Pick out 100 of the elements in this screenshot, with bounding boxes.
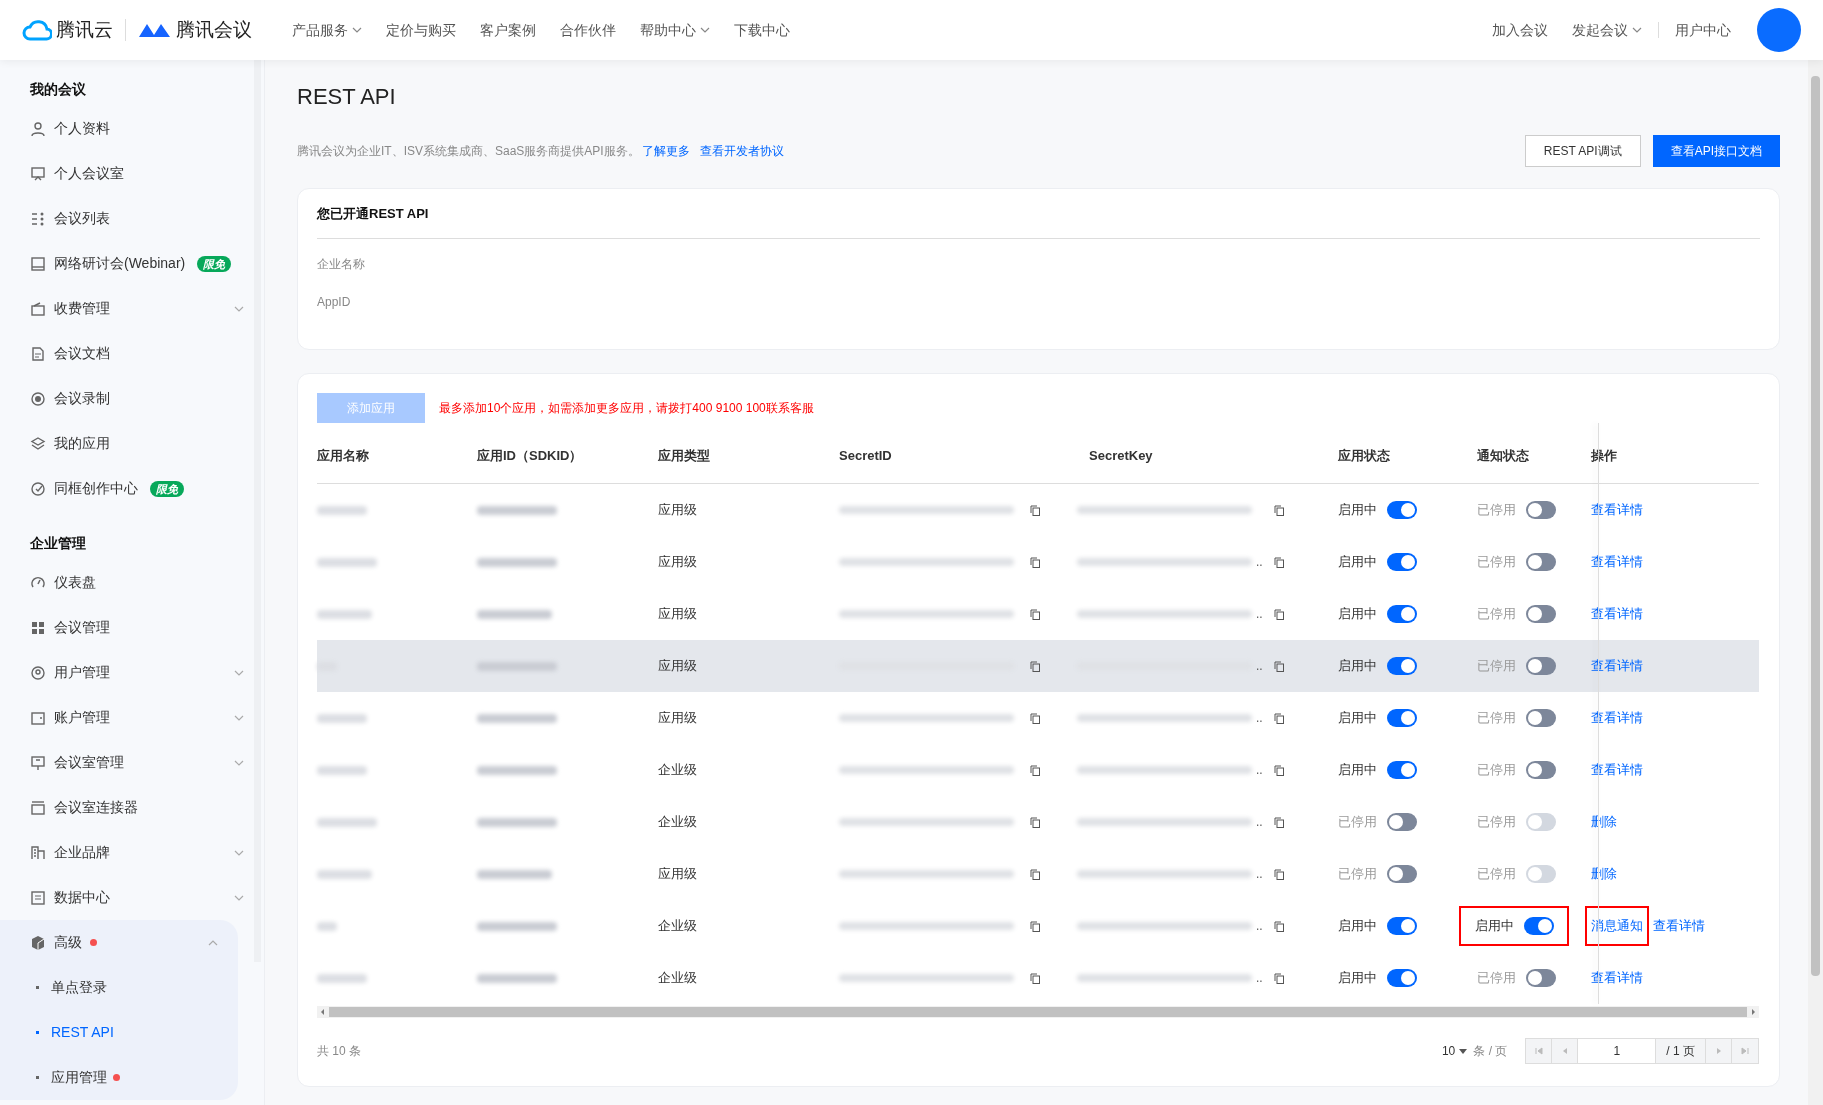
action-button[interactable]: REST API调试 [1524, 135, 1641, 167]
chevron-down-icon [234, 849, 244, 856]
nav-menu-item[interactable]: 下载中心 [734, 19, 790, 41]
status-toggle[interactable]: 启用中 [1338, 500, 1417, 520]
copy-icon [1274, 972, 1284, 984]
copy-icon [1274, 712, 1284, 724]
field-label: AppID [317, 294, 352, 311]
sidebar-item[interactable]: 会议室连接器 [0, 785, 264, 830]
document-icon [30, 345, 46, 362]
avatar[interactable] [1757, 8, 1801, 52]
table-cell-text: 应用级 [658, 865, 698, 884]
sidebar-item[interactable]: 高级 [0, 920, 238, 965]
chevron-down-icon [1632, 27, 1642, 33]
column-header: 应用ID（SDKID） [477, 447, 584, 466]
nav-menu-item[interactable]: 定价与购买 [386, 19, 456, 41]
status-toggle[interactable]: 启用中 [1338, 656, 1417, 676]
scrollbar[interactable] [254, 60, 261, 962]
record-icon [30, 390, 46, 407]
chevron-down-icon [234, 305, 244, 312]
chevron-down-icon [700, 27, 710, 33]
sidebar-item[interactable]: 账户管理 [0, 695, 264, 740]
sidebar-item[interactable]: 个人会议室 [0, 151, 264, 196]
sidebar-item[interactable]: 会议列表 [0, 196, 264, 241]
monitor-icon [30, 255, 46, 272]
right-arrow-icon [1749, 1008, 1757, 1016]
sidebar-item[interactable]: 会议管理 [0, 605, 264, 650]
copy-icon [1030, 920, 1040, 932]
status-toggle[interactable]: 启用中 [1338, 968, 1417, 988]
status-toggle[interactable]: 启用中 [1338, 552, 1417, 572]
nav-menu-item[interactable]: 帮助中心 [640, 19, 710, 41]
sidebar-item[interactable]: 会议录制 [0, 376, 264, 421]
bullet-icon [36, 986, 39, 989]
sidebar-item[interactable]: 网络研讨会(Webinar) 限免 [0, 241, 264, 286]
ellipsis: .. [1256, 814, 1264, 831]
page-title: REST API [297, 83, 397, 111]
copy-icon [1030, 816, 1040, 828]
table-cell-text: 应用级 [658, 501, 698, 520]
action-link[interactable]: 消息通知 [1587, 908, 1647, 944]
text-link[interactable]: 了解更多 [641, 142, 690, 160]
card-title: 您已开通REST API [317, 189, 1760, 239]
presentation-board-icon [30, 165, 46, 182]
redacted-value [317, 505, 367, 515]
status-toggle[interactable]: 启用中 [1338, 916, 1417, 936]
copy-icon [1030, 608, 1040, 620]
sidebar-subitem[interactable]: REST API [0, 1010, 238, 1055]
redacted-value [317, 557, 377, 567]
sidebar-item[interactable]: 用户管理 [0, 650, 264, 695]
page-size-select[interactable]: 10 [1441, 1042, 1468, 1060]
building-icon [30, 844, 46, 861]
status-toggle[interactable]: 启用中 [1338, 708, 1417, 728]
nav-link[interactable]: 加入会议 [1492, 19, 1548, 41]
sidebar-item[interactable]: 会议文档 [0, 331, 264, 376]
page-input[interactable]: 1 [1578, 1039, 1657, 1063]
table-cell-text: 企业级 [658, 761, 698, 780]
ellipsis: .. [1256, 606, 1264, 623]
last-page-icon [1741, 1047, 1749, 1055]
sidebar-subitem[interactable]: 应用管理 [0, 1055, 238, 1100]
copy-icon [1274, 608, 1284, 620]
brand-name[interactable]: 腾讯云 [56, 15, 113, 45]
brand-name[interactable]: 腾讯会议 [176, 15, 252, 45]
status-toggle[interactable]: 启用中 [1338, 604, 1417, 624]
sidebar-item[interactable]: 数据中心 [0, 875, 264, 920]
user-circle-icon [30, 664, 46, 681]
action-link[interactable]: 查看详情 [1653, 916, 1705, 936]
status-toggle[interactable]: 启用中 [1338, 760, 1417, 780]
report-icon [30, 889, 46, 906]
section-heading: 我的会议 [29, 79, 87, 99]
layers-icon [30, 435, 46, 452]
sidebar-item[interactable]: 收费管理 [0, 286, 264, 331]
page-scrollbar[interactable] [1808, 60, 1823, 1105]
column-header: 通知状态 [1477, 447, 1530, 466]
horizontal-scrollbar[interactable] [317, 1006, 1759, 1018]
sidebar-subitem[interactable]: 单点登录 [0, 965, 238, 1010]
limit-notice: 最多添加10个应用，如需添加更多应用，请拨打400 9100 100联系客服 [439, 400, 814, 417]
sidebar-item[interactable]: 个人资料 [0, 106, 264, 151]
promo-badge: 限免 [197, 255, 232, 272]
action-button[interactable]: 查看API接口文档 [1652, 135, 1780, 167]
column-header: 应用状态 [1338, 447, 1391, 466]
nav-menu-item[interactable]: 合作伙伴 [560, 19, 616, 41]
status-toggle[interactable]: 启用中 [1461, 908, 1567, 944]
text-link[interactable]: 查看开发者协议 [699, 142, 784, 160]
ellipsis: .. [1256, 866, 1264, 883]
table-cell-text: 应用级 [658, 605, 698, 624]
column-header: 应用类型 [658, 447, 711, 466]
copy-icon [1274, 556, 1284, 568]
person-icon [30, 120, 46, 137]
column-header: SecretID [839, 447, 893, 466]
copy-icon [1030, 972, 1040, 984]
sidebar-item[interactable]: 我的应用 [0, 421, 264, 466]
sidebar-item[interactable]: 会议室管理 [0, 740, 264, 785]
sidebar-item[interactable]: 同框创作中心 限免 [0, 466, 264, 511]
sidebar-item[interactable]: 仪表盘 [0, 560, 264, 605]
redacted-value [317, 921, 337, 931]
sidebar-item[interactable]: 企业品牌 [0, 830, 264, 875]
table-cell-text: 应用级 [658, 709, 698, 728]
nav-link[interactable]: 发起会议 [1572, 19, 1642, 41]
nav-menu-item[interactable]: 客户案例 [480, 19, 536, 41]
nav-link[interactable]: 用户中心 [1675, 19, 1731, 41]
nav-menu-item[interactable]: 产品服务 [292, 19, 362, 41]
next-page-icon [1714, 1047, 1723, 1055]
